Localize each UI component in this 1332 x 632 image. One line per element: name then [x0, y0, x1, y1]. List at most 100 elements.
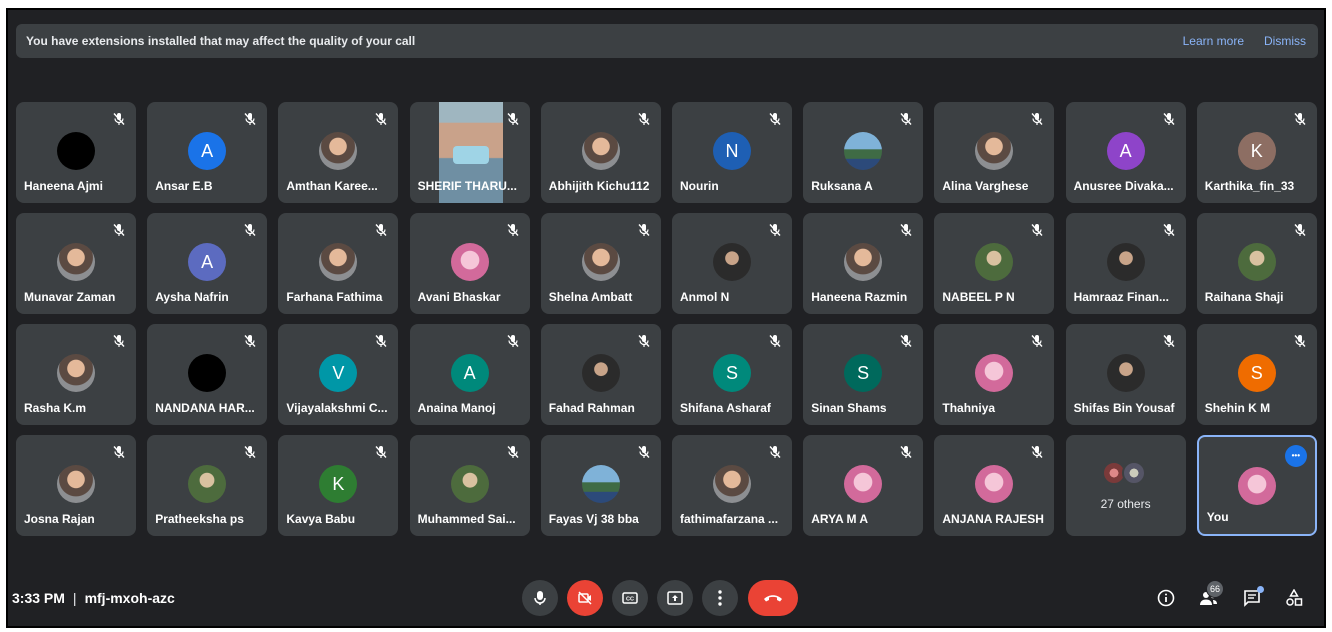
- participant-tile[interactable]: N Nourin: [672, 102, 792, 203]
- participant-name: Aysha Nafrin: [155, 290, 229, 304]
- participant-name: You: [1206, 510, 1229, 524]
- activities-button[interactable]: [1282, 586, 1306, 610]
- others-tile[interactable]: 27 others: [1065, 435, 1186, 536]
- participant-name: Avani Bhaskar: [417, 290, 501, 304]
- mic-off-icon: [374, 112, 388, 126]
- self-tile[interactable]: ••• You: [1196, 435, 1317, 536]
- avatar: A: [1106, 132, 1145, 170]
- separator: |: [72, 590, 77, 606]
- participant-name: Vijayalakshmi C...: [286, 401, 388, 415]
- mic-off-icon: [899, 223, 913, 237]
- avatar: K: [1237, 132, 1276, 170]
- mic-off-icon: [374, 223, 388, 237]
- mic-off-icon: [112, 445, 126, 459]
- activities-icon: [1286, 589, 1303, 606]
- camera-toggle-button[interactable]: [567, 580, 603, 616]
- mic-off-icon: [637, 334, 651, 348]
- participant-tile[interactable]: Munavar Zaman: [16, 213, 136, 314]
- show-everyone-button[interactable]: 66: [1196, 580, 1224, 610]
- avatar: S: [1237, 354, 1276, 392]
- avatar: [450, 465, 489, 503]
- participant-name: Shifana Asharaf: [680, 401, 771, 415]
- participant-name: fathimafarzana ...: [680, 512, 779, 526]
- avatar: [1237, 243, 1276, 281]
- avatar: [581, 354, 620, 392]
- present-now-button[interactable]: [657, 580, 693, 616]
- participant-tile[interactable]: Haneena Razmin: [803, 213, 924, 314]
- participant-tile[interactable]: Amthan Karee...: [278, 102, 399, 203]
- avatar: [844, 243, 883, 281]
- participant-tile[interactable]: Ruksana A: [803, 102, 924, 203]
- tile-more-options-icon[interactable]: •••: [1284, 445, 1307, 467]
- svg-text:CC: CC: [626, 597, 634, 603]
- participant-tile[interactable]: Haneena Ajmi: [16, 102, 136, 203]
- participant-tile[interactable]: Thahniya: [934, 324, 1055, 425]
- leave-call-button[interactable]: [748, 580, 798, 616]
- dismiss-button[interactable]: Dismiss: [1264, 34, 1306, 48]
- participant-tile[interactable]: Fahad Rahman: [540, 324, 661, 425]
- mic-off-icon: [112, 112, 126, 126]
- participant-tile[interactable]: Alina Varghese: [934, 102, 1055, 203]
- participant-tile[interactable]: NABEEL P N: [934, 213, 1055, 314]
- mic-off-icon: [1162, 334, 1176, 348]
- participant-count-badge: 66: [1206, 580, 1224, 598]
- participant-tile[interactable]: ANJANA RAJESH: [934, 435, 1055, 536]
- participant-tile[interactable]: Anmol N: [672, 213, 792, 314]
- mic-off-icon: [506, 223, 520, 237]
- participant-tile[interactable]: Muhammed Sai...: [409, 435, 530, 536]
- chat-button[interactable]: [1240, 586, 1264, 610]
- meeting-code: mfj-mxoh-azc: [84, 590, 175, 606]
- participant-tile[interactable]: SHERIF THARU...: [409, 102, 530, 203]
- participant-tile[interactable]: S Sinan Shams: [803, 324, 924, 425]
- participant-tile[interactable]: Rasha K.m: [16, 324, 136, 425]
- mic-off-icon: [112, 223, 126, 237]
- microphone-icon: [534, 591, 546, 605]
- avatar: A: [188, 243, 227, 281]
- others-avatar-stack: [1101, 461, 1150, 485]
- participant-tile[interactable]: K Karthika_fin_33: [1196, 102, 1317, 203]
- avatar: [581, 243, 620, 281]
- participant-tile[interactable]: Raihana Shaji: [1196, 213, 1317, 314]
- meeting-details-button[interactable]: [1154, 586, 1178, 610]
- mic-off-icon: [768, 112, 782, 126]
- participant-tile[interactable]: S Shehin K M: [1196, 324, 1317, 425]
- participant-tile[interactable]: Hamraaz Finan...: [1065, 213, 1186, 314]
- participant-tile[interactable]: NANDANA HAR...: [147, 324, 268, 425]
- mic-off-icon: [1293, 112, 1307, 126]
- participant-tile[interactable]: Pratheeksha ps: [147, 435, 268, 536]
- participant-tile[interactable]: A Anusree Divaka...: [1065, 102, 1186, 203]
- participant-tile[interactable]: Shifas Bin Yousaf: [1065, 324, 1186, 425]
- participant-name: Munavar Zaman: [24, 290, 116, 304]
- avatar: [188, 465, 227, 503]
- participant-tile[interactable]: K Kavya Babu: [278, 435, 399, 536]
- microphone-button[interactable]: [522, 580, 558, 616]
- captions-button[interactable]: CC: [612, 580, 648, 616]
- participant-tile[interactable]: Avani Bhaskar: [409, 213, 530, 314]
- participant-tile[interactable]: fathimafarzana ...: [672, 435, 792, 536]
- avatar: S: [713, 354, 751, 392]
- avatar: [57, 465, 95, 503]
- learn-more-link[interactable]: Learn more: [1183, 34, 1244, 48]
- participant-tile[interactable]: Josna Rajan: [16, 435, 136, 536]
- participant-tile[interactable]: A Anaina Manoj: [409, 324, 530, 425]
- mic-off-icon: [1293, 334, 1307, 348]
- avatar: [713, 465, 751, 503]
- participant-tile[interactable]: Abhijith Kichu112: [540, 102, 661, 203]
- avatar: [975, 465, 1014, 503]
- participant-tile[interactable]: Fayas Vj 38 bba: [540, 435, 661, 536]
- more-options-button[interactable]: [702, 580, 738, 616]
- participant-tile[interactable]: Farhana Fathima: [278, 213, 399, 314]
- mic-off-icon: [899, 112, 913, 126]
- participant-tile[interactable]: A Aysha Nafrin: [147, 213, 268, 314]
- participant-tile[interactable]: Shelna Ambatt: [540, 213, 661, 314]
- participant-grid: Haneena Ajmi A Ansar E.B Amthan Karee... SHE…: [16, 102, 1324, 542]
- participant-tile[interactable]: A Ansar E.B: [147, 102, 268, 203]
- participant-tile[interactable]: ARYA M A: [803, 435, 924, 536]
- participant-tile[interactable]: V Vijayalakshmi C...: [278, 324, 399, 425]
- participant-name: Muhammed Sai...: [417, 512, 516, 526]
- participant-tile[interactable]: S Shifana Asharaf: [672, 324, 792, 425]
- meet-window: You have extensions installed that may a…: [6, 8, 1326, 628]
- mic-off-icon: [1030, 445, 1044, 459]
- mic-off-icon: [1030, 223, 1044, 237]
- participant-name: Josna Rajan: [24, 512, 95, 526]
